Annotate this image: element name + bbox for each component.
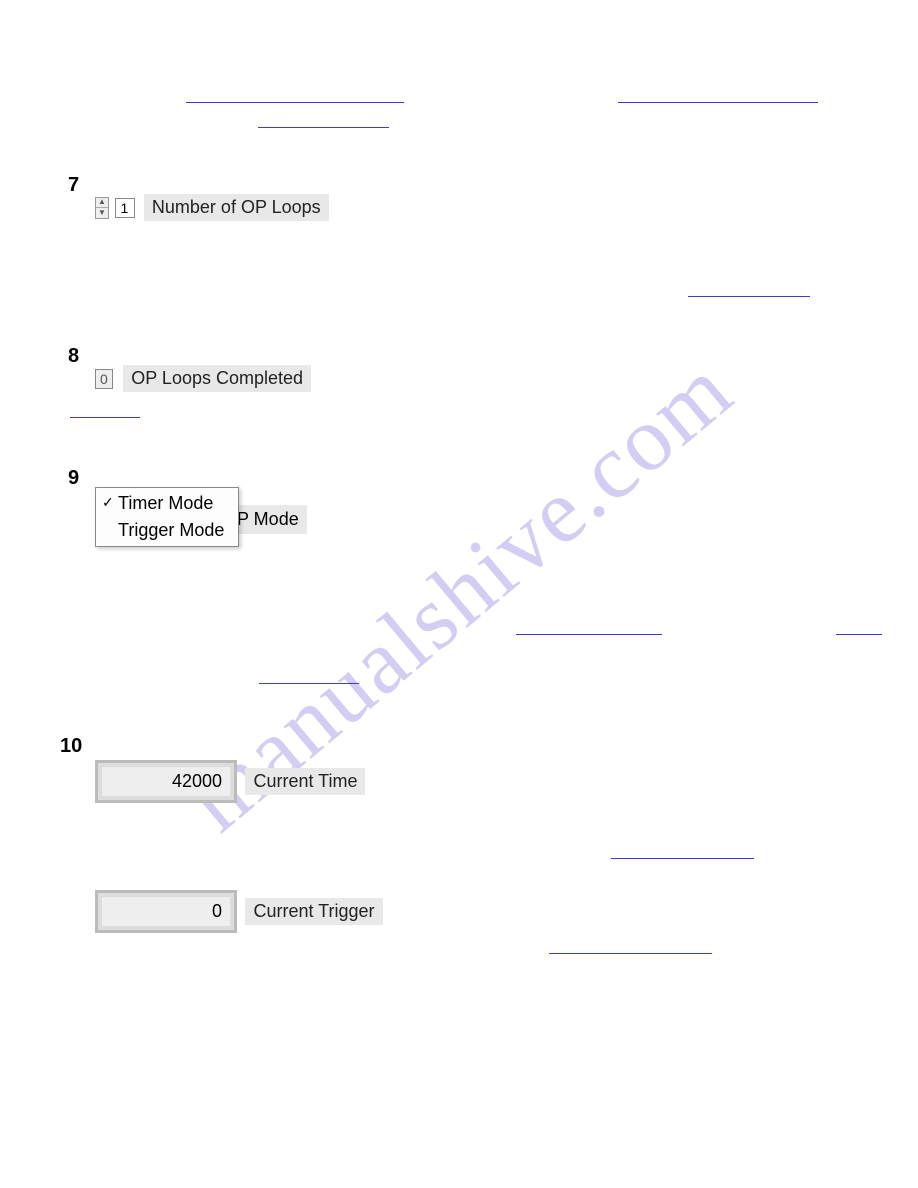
current-time-field-wrap: 42000 (95, 760, 237, 803)
current-time-value: 42000 (101, 766, 231, 797)
op-mode-control: OP Mode ✓ Timer Mode Trigger Mode (95, 487, 239, 547)
op-mode-option-timer[interactable]: ✓ Timer Mode (96, 490, 238, 517)
current-time-label: Current Time (245, 768, 365, 795)
op-loops-completed-label: OP Loops Completed (123, 365, 311, 392)
decorative-underline (688, 296, 810, 297)
decorative-underline (836, 634, 882, 635)
op-loops-completed-value: 0 (95, 369, 113, 389)
current-trigger-value: 0 (101, 896, 231, 927)
current-time-control: 42000 Current Time (95, 760, 365, 803)
op-loops-completed-control: 0 OP Loops Completed (95, 365, 311, 392)
decorative-underline (611, 858, 754, 859)
op-mode-option-trigger[interactable]: Trigger Mode (96, 517, 238, 544)
current-trigger-control: 0 Current Trigger (95, 890, 383, 933)
number-of-op-loops-control: ▲ ▼ 1 Number of OP Loops (95, 194, 329, 221)
decorative-underline (70, 417, 140, 418)
check-icon: ✓ (102, 494, 114, 511)
dropdown-option-label: Trigger Mode (118, 520, 224, 540)
decorative-underline (549, 953, 712, 954)
decorative-underline (186, 102, 404, 103)
spinner-up-icon[interactable]: ▲ (96, 198, 108, 208)
op-mode-dropdown[interactable]: OP Mode ✓ Timer Mode Trigger Mode (95, 487, 239, 547)
item-number-10: 10 (60, 735, 82, 758)
decorative-underline (258, 127, 389, 128)
current-trigger-field-wrap: 0 (95, 890, 237, 933)
item-number-8: 8 (68, 345, 79, 368)
item-number-7: 7 (68, 174, 79, 197)
decorative-underline (259, 683, 359, 684)
op-loops-label: Number of OP Loops (144, 194, 329, 221)
spinner-down-icon[interactable]: ▼ (96, 208, 108, 218)
dropdown-option-label: Timer Mode (118, 493, 213, 513)
op-mode-dropdown-list: ✓ Timer Mode Trigger Mode (95, 487, 239, 547)
current-trigger-label: Current Trigger (245, 898, 382, 925)
op-loops-spinner[interactable]: ▲ ▼ (95, 197, 109, 219)
item-number-9: 9 (68, 467, 79, 490)
decorative-underline (618, 102, 818, 103)
decorative-underline (516, 634, 662, 635)
op-loops-value-field[interactable]: 1 (115, 198, 135, 218)
